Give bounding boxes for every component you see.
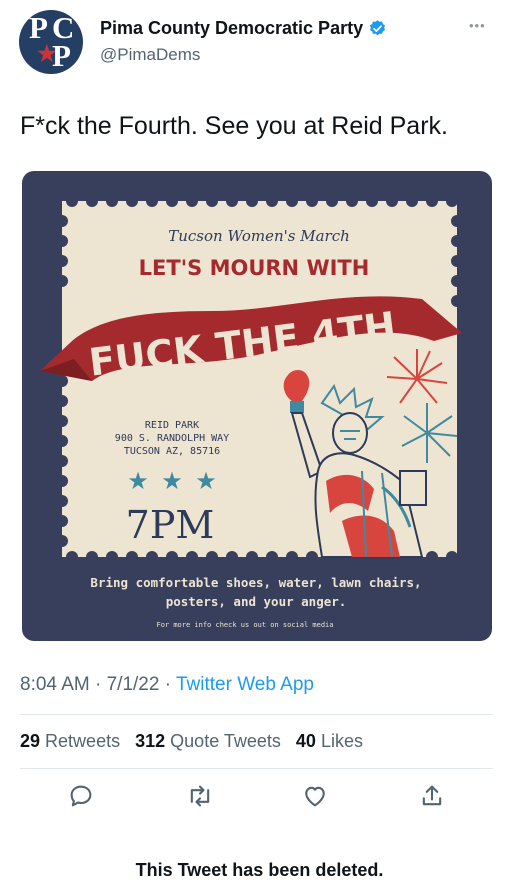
poster-address-line-1: REID PARK <box>145 420 199 431</box>
poster-headline: LET'S MOURN WITH <box>139 256 370 280</box>
meta-separator: · <box>95 674 102 695</box>
reply-icon[interactable] <box>67 782 95 810</box>
poster-time: 7PM <box>126 503 215 547</box>
tweet-image[interactable]: Tucson Women's March LET'S MOURN WITH FU… <box>22 171 492 641</box>
poster-footer: For more info check us out on social med… <box>156 621 333 629</box>
tweet-text: F*ck the Fourth. See you at Reid Park. <box>20 112 448 140</box>
account-handle[interactable]: @PimaDems <box>100 45 200 65</box>
retweet-icon[interactable] <box>186 782 214 810</box>
poster-graphic: Tucson Women's March LET'S MOURN WITH FU… <box>40 195 463 629</box>
more-options-icon[interactable]: ••• <box>469 18 486 33</box>
action-bar <box>0 782 519 812</box>
retweets-count: 29 <box>20 731 41 751</box>
poster-script-title: Tucson Women's March <box>168 227 350 245</box>
divider <box>20 714 493 715</box>
likes-count: 40 <box>295 731 316 751</box>
quote-tweets-label: Quote Tweets <box>170 731 281 751</box>
quote-tweets-count: 312 <box>135 731 166 751</box>
share-icon[interactable] <box>418 782 446 810</box>
likes-label: Likes <box>320 731 363 751</box>
account-name-row: Pima County Democratic Party <box>100 18 387 39</box>
star-icon: ★ <box>127 467 149 495</box>
divider <box>20 768 493 769</box>
poster-bring-line-1: Bring comfortable shoes, water, lawn cha… <box>90 575 421 590</box>
star-icon: ★ <box>161 467 183 495</box>
retweets-stat[interactable]: 29 Retweets <box>20 731 120 751</box>
verified-badge-icon <box>370 20 386 36</box>
retweets-label: Retweets <box>45 731 121 751</box>
meta-separator: · <box>164 674 172 695</box>
poster-bring-line-2: posters, and your anger. <box>166 594 347 609</box>
avatar[interactable]: P C ★ P <box>19 10 83 74</box>
star-icon: ★ <box>195 467 217 495</box>
tweet-date[interactable]: 7/1/22 <box>107 674 160 695</box>
like-icon[interactable] <box>301 782 329 810</box>
tweet-time: 8:04 AM <box>20 674 90 695</box>
poster-address-line-3: TUCSON AZ, 85716 <box>124 446 220 457</box>
avatar-letter-p2: P <box>52 38 71 73</box>
deleted-notice: This Tweet has been deleted. <box>135 860 384 880</box>
tweet-source-app[interactable]: Twitter Web App <box>176 674 314 695</box>
quote-tweets-stat[interactable]: 312 Quote Tweets <box>135 731 281 751</box>
avatar-letter-p: P <box>29 10 48 45</box>
account-name[interactable]: Pima County Democratic Party <box>100 18 363 39</box>
likes-stat[interactable]: 40 Likes <box>296 731 363 751</box>
poster-address-line-2: 900 S. RANDOLPH WAY <box>115 433 229 444</box>
tweet-meta: 8:04 AM · 7/1/22 · Twitter Web App <box>20 674 314 696</box>
tweet-stats: 29 Retweets 312 Quote Tweets 40 Likes <box>20 731 363 752</box>
